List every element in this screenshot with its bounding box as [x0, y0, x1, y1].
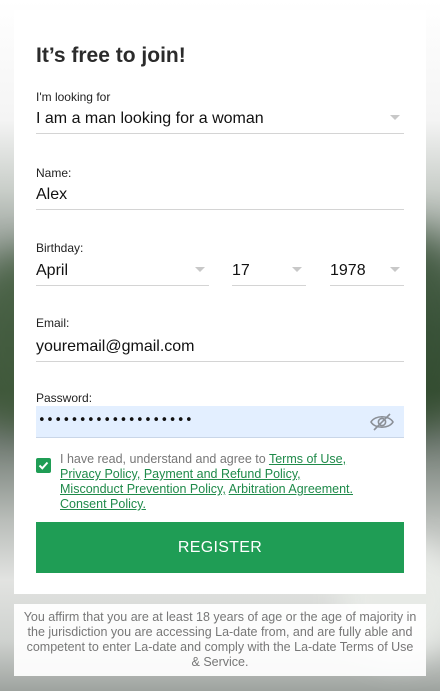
email-value: youremail@gmail.com: [36, 338, 195, 355]
chevron-down-icon: [195, 267, 205, 272]
email-label: Email:: [36, 316, 70, 330]
password-input[interactable]: •••••••••••••••••••: [36, 406, 404, 438]
misconduct-policy-link[interactable]: Misconduct Prevention Policy,: [60, 482, 226, 496]
register-button[interactable]: REGISTER: [36, 522, 404, 573]
chevron-down-icon: [292, 267, 302, 272]
email-input[interactable]: youremail@gmail.com: [36, 334, 404, 362]
birthday-day-value: 17: [232, 262, 250, 279]
terms-prefix: I have read, understand and agree to: [60, 452, 269, 466]
birthday-label: Birthday:: [36, 241, 84, 255]
payment-refund-policy-link[interactable]: Payment and Refund Policy,: [144, 467, 301, 481]
birthday-month-value: April: [36, 262, 69, 279]
birthday-month-select[interactable]: April: [36, 258, 209, 286]
form-title: It’s free to join!: [36, 44, 186, 67]
birthday-year-value: 1978: [330, 262, 366, 279]
privacy-policy-link[interactable]: Privacy Policy,: [60, 467, 140, 481]
name-input[interactable]: Alex: [36, 182, 404, 210]
chevron-down-icon: [390, 267, 400, 272]
password-masked-value: •••••••••••••••••••: [38, 413, 194, 428]
birthday-day-select[interactable]: 17: [232, 258, 306, 286]
terms-checkbox[interactable]: [36, 458, 51, 473]
looking-for-label: I'm looking for: [36, 90, 111, 104]
name-value: Alex: [36, 186, 68, 203]
age-disclaimer-card: You affirm that you are at least 18 year…: [14, 604, 426, 676]
age-disclaimer-text: You affirm that you are at least 18 year…: [23, 610, 417, 669]
eye-slash-icon[interactable]: [370, 412, 394, 432]
consent-policy-link[interactable]: Consent Policy.: [60, 497, 146, 511]
birthday-year-select[interactable]: 1978: [330, 258, 404, 286]
terms-of-use-link[interactable]: Terms of Use,: [269, 452, 346, 466]
arbitration-agreement-link[interactable]: Arbitration Agreement.: [229, 482, 353, 496]
terms-text: I have read, understand and agree to Ter…: [60, 452, 380, 512]
looking-for-select[interactable]: I am a man looking for a woman: [36, 106, 404, 134]
password-label: Password:: [36, 391, 93, 405]
signup-form-card: It’s free to join! I'm looking for I am …: [14, 10, 426, 594]
name-label: Name:: [36, 166, 72, 180]
chevron-down-icon: [390, 115, 400, 120]
looking-for-value: I am a man looking for a woman: [36, 110, 264, 127]
